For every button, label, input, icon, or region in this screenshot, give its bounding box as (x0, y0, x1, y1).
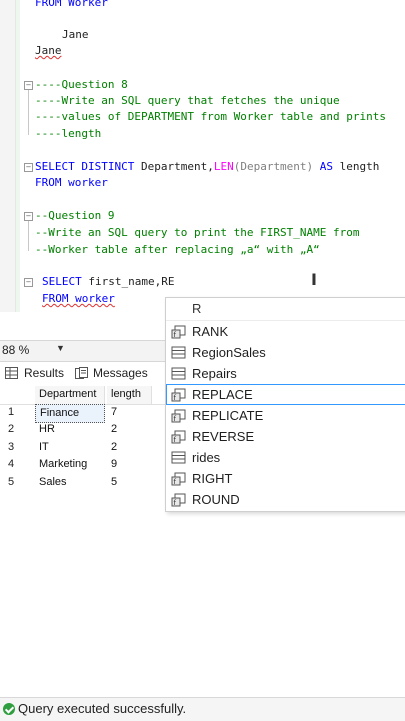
autocomplete-item-label: rides (192, 450, 221, 465)
autocomplete-popup[interactable]: R f RANK RegionSales Repairs f REPLACE f… (165, 297, 405, 512)
cell-length[interactable]: 2 (107, 439, 152, 457)
ibeam-cursor-icon: I (311, 270, 317, 289)
error-squiggle-text: Jane (35, 44, 62, 57)
code-line-11[interactable]: --Write an SQL query to print the FIRST_… (35, 225, 360, 241)
fold-toggle[interactable]: − (24, 163, 33, 172)
row-number: 5 (8, 475, 15, 488)
cell-length[interactable]: 9 (107, 456, 152, 474)
cell-length[interactable]: 2 (107, 421, 152, 439)
code-text: first_name,RE (81, 275, 175, 288)
fold-guide (28, 90, 29, 135)
zoom-level[interactable]: 88 % (2, 343, 29, 357)
table-icon (171, 451, 186, 464)
code-line-5[interactable]: ----Write an SQL query that fetches the … (35, 93, 340, 109)
code-line-10[interactable]: --Question 9 (35, 208, 114, 224)
table-row[interactable]: 4 Marketing 9 (0, 456, 165, 474)
table-row[interactable]: 2 HR 2 (0, 421, 165, 439)
function-len: LEN (213, 160, 234, 173)
autocomplete-item[interactable]: f REVERSE (166, 426, 405, 447)
cell-department[interactable]: Sales (35, 474, 105, 492)
autocomplete-item[interactable]: f RIGHT (166, 468, 405, 489)
cell-department[interactable]: Marketing (35, 456, 105, 474)
autocomplete-item-label: REPLACE (192, 387, 253, 402)
autocomplete-item-label: REPLICATE (192, 408, 264, 423)
table-row[interactable]: 1 Finance 7 (0, 403, 165, 423)
fold-toggle[interactable]: − (24, 278, 33, 287)
status-text: Query executed successfully. (18, 701, 187, 716)
code-text: (Department) (233, 160, 320, 173)
code-line-9[interactable]: FROM worker (35, 175, 108, 191)
table-icon (171, 367, 186, 380)
function-icon: f (171, 472, 186, 486)
code-line-14[interactable]: FROM worker (42, 291, 115, 307)
cell-length[interactable]: 5 (107, 474, 152, 492)
code-line-12[interactable]: --Worker table after replacing „a“ with … (35, 242, 320, 258)
tab-messages-label: Messages (93, 366, 148, 380)
autocomplete-item-label: ROUND (192, 492, 240, 507)
code-text: length (333, 160, 380, 173)
code-line-7[interactable]: ----length (35, 126, 101, 142)
code-line-13[interactable]: SELECT first_name,RE (42, 274, 174, 290)
column-header-department[interactable]: Department (35, 386, 105, 404)
autocomplete-filter-text: R (166, 298, 405, 321)
fold-toggle[interactable]: − (24, 81, 33, 90)
autocomplete-item-label: Repairs (192, 366, 237, 381)
cell-department[interactable]: IT (35, 439, 105, 457)
table-row[interactable]: 3 IT 2 (0, 439, 165, 457)
fold-toggle[interactable]: − (24, 212, 33, 221)
function-icon: f (171, 325, 186, 339)
code-line-4[interactable]: ----Question 8 (35, 77, 128, 93)
cell-length[interactable]: 7 (107, 404, 152, 422)
row-number: 4 (8, 458, 15, 470)
code-line-6[interactable]: ----values of DEPARTMENT from Worker tab… (35, 109, 386, 125)
code-text: Department, (134, 160, 214, 173)
row-number: 1 (8, 405, 15, 418)
cell-department[interactable]: HR (35, 421, 105, 439)
fold-guide (28, 221, 29, 251)
chevron-down-icon[interactable]: ▼ (56, 343, 65, 353)
column-header-length[interactable]: length (107, 386, 152, 404)
sql-editor[interactable]: FROM Worker Jane Jane − ----Question 8 -… (0, 0, 405, 312)
code-text: FROM worker (42, 292, 115, 305)
autocomplete-item[interactable]: rides (166, 447, 405, 468)
success-check-icon (3, 703, 15, 715)
status-bar: Query executed successfully. (0, 697, 405, 721)
table-icon (171, 346, 186, 359)
table-row[interactable]: 5 Sales 5 (0, 474, 165, 492)
code-line-1[interactable]: FROM Worker (35, 0, 108, 11)
code-line-3[interactable]: Jane (35, 43, 62, 59)
autocomplete-item[interactable]: f REPLICATE (166, 405, 405, 426)
row-number: 2 (8, 423, 15, 435)
change-tracking-bar (16, 0, 20, 312)
function-icon: f (171, 388, 186, 402)
code-line-8[interactable]: SELECT DISTINCT Department,LEN(Departmen… (35, 159, 379, 175)
keyword-select-distinct: SELECT DISTINCT (35, 160, 135, 173)
editor-gutter (0, 0, 16, 312)
autocomplete-item-label: RegionSales (192, 345, 266, 360)
grid-icon (5, 367, 18, 379)
autocomplete-item[interactable]: f ROUND (166, 489, 405, 510)
code-line-2[interactable]: Jane (62, 27, 89, 43)
function-icon: f (171, 430, 186, 444)
function-icon: f (171, 409, 186, 423)
autocomplete-item[interactable]: RegionSales (166, 342, 405, 363)
row-number: 3 (8, 440, 15, 453)
tab-results-label: Results (24, 366, 65, 380)
zoom-control[interactable]: 88 % ▼ (0, 340, 165, 362)
grid-header-row: Department length (0, 386, 165, 405)
autocomplete-item-selected[interactable]: f REPLACE (166, 384, 405, 405)
autocomplete-item-label: RIGHT (192, 471, 233, 486)
messages-icon (75, 367, 88, 379)
autocomplete-item[interactable]: f RANK (166, 321, 405, 342)
keyword-as: AS (319, 160, 334, 173)
autocomplete-item-label: RANK (192, 324, 229, 339)
result-tabs: Results Messages (0, 363, 165, 385)
autocomplete-item-label: REVERSE (192, 429, 255, 444)
function-icon: f (171, 493, 186, 507)
autocomplete-item[interactable]: Repairs (166, 363, 405, 384)
keyword-select: SELECT (42, 275, 82, 288)
